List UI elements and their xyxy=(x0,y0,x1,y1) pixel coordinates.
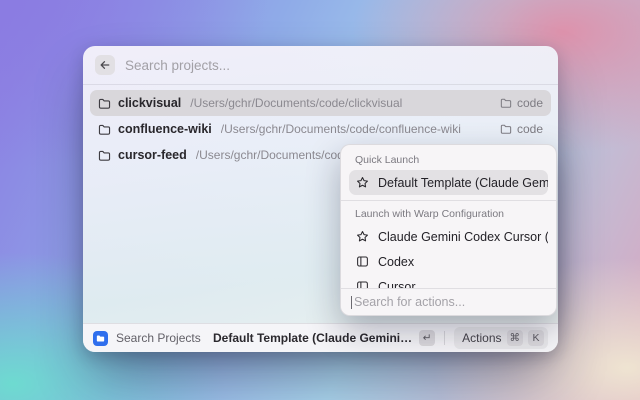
search-header: Search projects... xyxy=(83,46,558,85)
actions-popup: Quick Launch Default Template (Claude Ge… xyxy=(340,144,557,316)
action-item-label: Codex xyxy=(378,255,414,269)
action-search-row: Search for actions... xyxy=(341,288,556,315)
footer-app-label: Search Projects xyxy=(116,331,201,345)
primary-action-label[interactable]: Default Template (Claude Gemini… xyxy=(213,331,412,345)
folder-tag-icon xyxy=(500,123,512,135)
popup-divider xyxy=(341,200,556,201)
star-icon xyxy=(356,176,369,189)
star-icon xyxy=(356,230,369,243)
window-footer: Search Projects Default Template (Claude… xyxy=(83,323,558,352)
section-title-quick-launch: Quick Launch xyxy=(349,152,548,170)
project-name: cursor-feed xyxy=(118,148,187,162)
actions-button[interactable]: Actions ⌘ K xyxy=(454,327,548,349)
project-tag-label: code xyxy=(517,122,543,136)
action-item-label: Claude Gemini Codex Cursor (Default) xyxy=(378,230,548,244)
folder-icon xyxy=(98,123,111,136)
folder-icon xyxy=(98,97,111,110)
project-tag-label: code xyxy=(517,96,543,110)
arrow-left-icon xyxy=(99,59,111,71)
k-key-badge: K xyxy=(528,330,544,346)
text-caret xyxy=(351,296,352,309)
folder-tag-icon xyxy=(500,97,512,109)
sidebar-layout-icon xyxy=(356,255,369,268)
actions-label: Actions xyxy=(462,331,501,345)
search-projects-input[interactable]: Search projects... xyxy=(125,58,546,73)
desktop-background: { "window": { "header": { "search_placeh… xyxy=(0,0,640,400)
cmd-key-badge: ⌘ xyxy=(507,330,524,346)
project-row-confluence-wiki[interactable]: confluence-wiki /Users/gchr/Documents/co… xyxy=(90,116,551,142)
action-item-codex[interactable]: Codex xyxy=(349,249,548,274)
project-path: /Users/gchr/Documents/code/clickvisual xyxy=(190,96,402,110)
project-tag: code xyxy=(500,96,543,110)
action-item-label: Default Template (Claude Gemini Code… xyxy=(378,176,548,190)
search-projects-app-icon xyxy=(93,331,108,346)
project-path: /Users/gchr/Documents/code/confluence-wi… xyxy=(221,122,461,136)
actions-popup-list: Quick Launch Default Template (Claude Ge… xyxy=(341,145,556,290)
back-button[interactable] xyxy=(95,55,115,75)
footer-divider xyxy=(444,331,445,345)
action-item-default-template[interactable]: Default Template (Claude Gemini Code… ↵ xyxy=(349,170,548,195)
project-name: clickvisual xyxy=(118,96,181,110)
footer-actions-area: Default Template (Claude Gemini… ↵ Actio… xyxy=(213,327,548,349)
section-title-warp-configuration: Launch with Warp Configuration xyxy=(349,206,548,224)
project-name: confluence-wiki xyxy=(118,122,212,136)
enter-key-badge: ↵ xyxy=(419,330,435,346)
action-item-claude-gemini-codex-cursor[interactable]: Claude Gemini Codex Cursor (Default) xyxy=(349,224,548,249)
project-row-clickvisual[interactable]: clickvisual /Users/gchr/Documents/code/c… xyxy=(90,90,551,116)
folder-icon xyxy=(98,149,111,162)
action-search-input[interactable]: Search for actions... xyxy=(354,295,465,309)
project-tag: code xyxy=(500,122,543,136)
